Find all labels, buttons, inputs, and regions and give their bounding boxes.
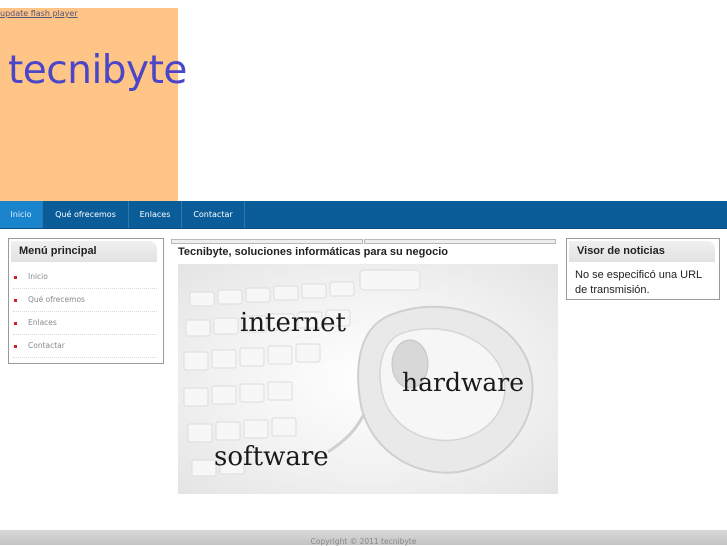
news-module: Visor de noticias No se especificó una U… — [566, 238, 720, 300]
menu-item-label: Qué ofrecemos — [28, 295, 85, 304]
update-flash-link[interactable]: update flash player — [0, 9, 78, 18]
word-internet: internet — [240, 308, 346, 338]
news-title: Visor de noticias — [569, 241, 715, 262]
bullet-icon — [14, 276, 17, 279]
word-software: software — [214, 442, 329, 472]
article-title: Tecnibyte, soluciones informáticas para … — [178, 246, 448, 258]
hero-image: internet hardware software — [178, 264, 558, 494]
main-menu-title: Menú principal — [11, 241, 157, 262]
top-nav: Inicio Qué ofrecemos Enlaces Contactar — [0, 201, 727, 229]
menu-item-label: Inicio — [28, 272, 48, 281]
menu-item-inicio[interactable]: Inicio — [13, 266, 157, 289]
flash-banner — [0, 8, 178, 201]
content-divider-right — [364, 239, 556, 244]
nav-item-inicio[interactable]: Inicio — [0, 201, 43, 228]
word-hardware: hardware — [402, 368, 525, 397]
menu-item-label: Enlaces — [28, 318, 57, 327]
menu-item-label: Contactar — [28, 341, 65, 350]
bullet-icon — [14, 345, 17, 348]
site-logo[interactable]: tecnibyte — [8, 48, 187, 93]
main-menu-module: Menú principal Inicio Qué ofrecemos Enla… — [8, 238, 164, 364]
nav-item-que-ofrecemos[interactable]: Qué ofrecemos — [43, 201, 129, 228]
content-divider-left — [171, 239, 363, 244]
menu-item-que-ofrecemos[interactable]: Qué ofrecemos — [13, 289, 157, 312]
main-menu-list: Inicio Qué ofrecemos Enlaces Contactar — [9, 266, 163, 358]
bullet-icon — [14, 299, 17, 302]
bullet-icon — [14, 322, 17, 325]
news-message: No se especificó una URL de transmisión. — [575, 269, 702, 296]
menu-item-enlaces[interactable]: Enlaces — [13, 312, 157, 335]
nav-item-contactar[interactable]: Contactar — [182, 201, 245, 228]
menu-item-contactar[interactable]: Contactar — [13, 335, 157, 358]
nav-item-enlaces[interactable]: Enlaces — [129, 201, 182, 228]
